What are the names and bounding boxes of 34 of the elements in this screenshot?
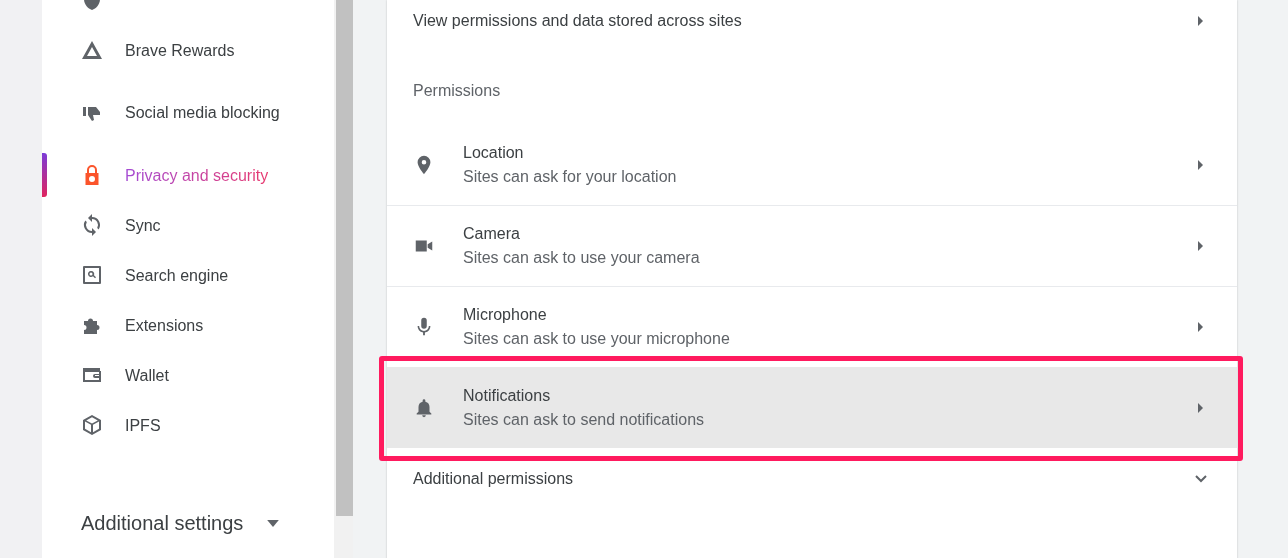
sidebar-item[interactable]: Privacy and security [42, 150, 334, 200]
permission-title: Camera [463, 225, 520, 243]
additional-settings-toggle[interactable]: Additional settings [42, 512, 280, 535]
sidebar-item[interactable]: IPFS [42, 400, 334, 450]
permission-title: Location [463, 143, 524, 162]
chevron-right-icon [1198, 241, 1204, 251]
chevron-right-icon [1198, 159, 1204, 170]
scrollbar-thumb[interactable] [336, 0, 353, 516]
permission-description: Sites can ask for your location [463, 167, 677, 186]
permission-title: Microphone [463, 306, 547, 324]
permission-row[interactable]: Location Sites can ask for your location [387, 124, 1237, 205]
additional-permissions-row[interactable]: Additional permissions [387, 460, 1237, 498]
permission-description: Sites can ask to use your camera [463, 249, 700, 267]
sidebar-item[interactable]: Wallet [42, 350, 334, 400]
caret-icon [267, 520, 280, 527]
section-heading: Permissions [413, 82, 501, 101]
site-data-row[interactable]: View permissions and data stored across sites [387, 0, 1237, 42]
selection-indicator [42, 153, 47, 197]
permission-row[interactable]: Camera Sites can ask to use your camera [387, 205, 1237, 286]
chevron-right-icon [1198, 402, 1204, 413]
chevron-down-icon [1195, 475, 1207, 483]
chevron-right-icon [1198, 322, 1204, 332]
chevron-right-icon [1198, 16, 1204, 26]
search-icon [80, 263, 104, 287]
permission-row[interactable]: Notifications Sites can ask to send notifications [387, 367, 1237, 448]
cube-icon [80, 413, 104, 437]
sidebar-item[interactable]: Sync [42, 200, 334, 250]
permission-title: Notifications [463, 386, 551, 405]
sidebar-item[interactable]: Search engine [42, 250, 334, 300]
sidebar-item[interactable]: Social media blocking [42, 75, 334, 150]
permission-description: Sites can ask to use your microphone [463, 330, 730, 348]
sidebar-item[interactable]: Extensions [42, 300, 334, 350]
sidebar-item[interactable]: Brave Rewards [42, 25, 334, 75]
permission-description: Sites can ask to send notifications [463, 410, 705, 429]
